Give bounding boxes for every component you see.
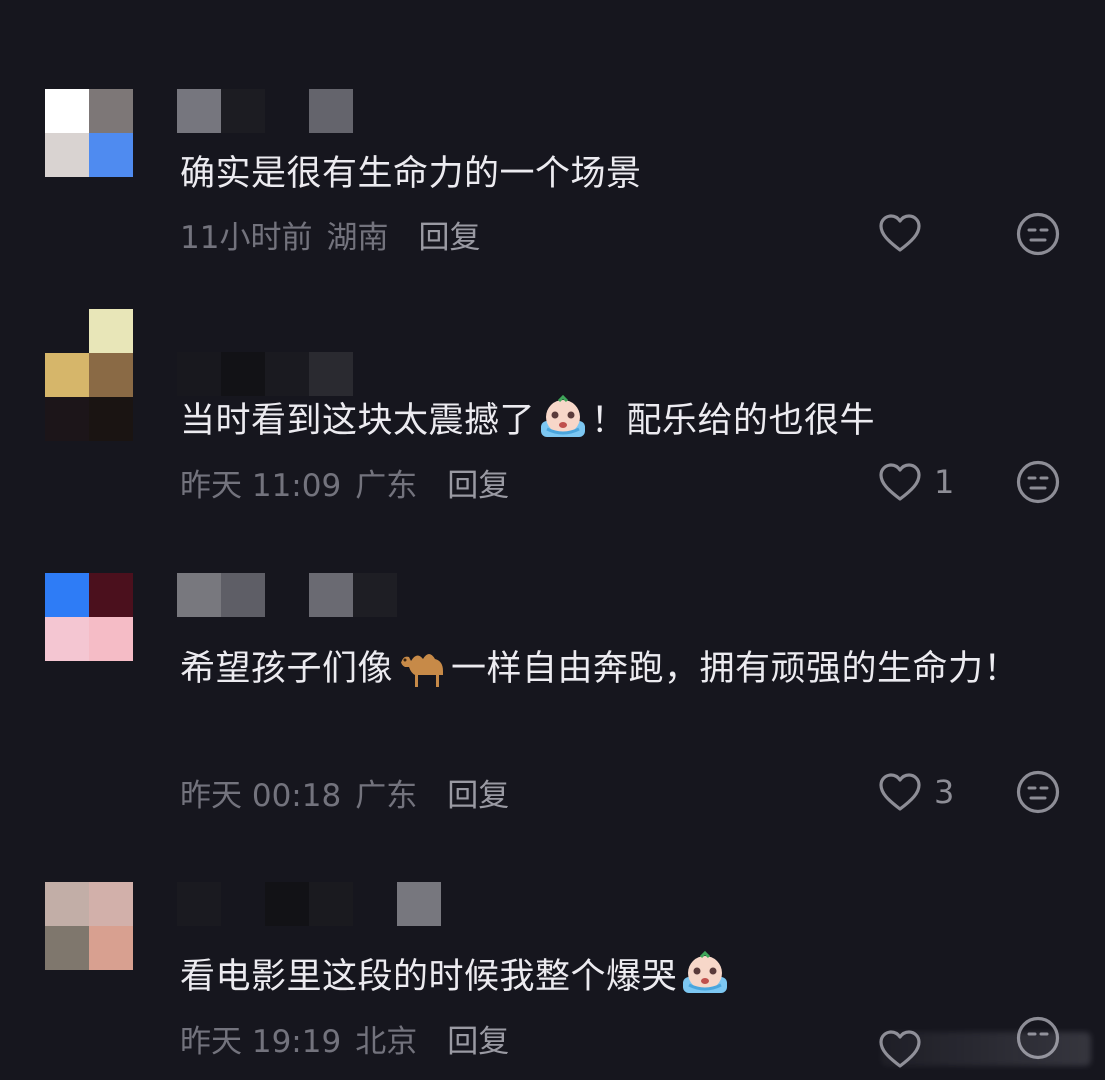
comment-meta: 昨天 00:18 广东 回复 (180, 770, 509, 815)
username-pixelated[interactable] (177, 573, 397, 617)
avatar[interactable] (45, 882, 133, 970)
watermark (881, 1032, 1091, 1066)
comment-location: 北京 (355, 1024, 418, 1060)
comment-text: 当时看到这块太震撼了 ！配乐给的也很牛 (180, 390, 1030, 452)
username-pixelated[interactable] (177, 882, 441, 926)
reply-button[interactable]: 回复 (447, 1016, 509, 1061)
heart-icon (879, 773, 921, 811)
reply-button[interactable]: 回复 (447, 460, 509, 505)
avatar[interactable] (45, 573, 133, 661)
dislike-button[interactable] (1016, 770, 1060, 814)
comment-text-part: 看电影里这段的时候我整个爆哭 (180, 957, 678, 997)
crying-face-emoji (541, 395, 586, 437)
comment-text: 看电影里这段的时候我整个爆哭 (180, 946, 1030, 1008)
comment-text-part: 一样自由奔跑，拥有顽强的生命力！ (451, 649, 1020, 689)
comment-meta: 昨天 19:19 北京 回复 (180, 1016, 509, 1061)
crying-face-emoji (683, 951, 728, 993)
unamused-face-icon (1016, 770, 1060, 814)
avatar[interactable] (45, 309, 133, 397)
unamused-face-icon (1016, 460, 1060, 504)
dislike-button[interactable] (1016, 460, 1060, 504)
like-button[interactable]: 3 (878, 772, 954, 812)
heart-icon (879, 214, 921, 252)
avatar[interactable] (45, 89, 133, 177)
comment-location: 湖南 (326, 220, 389, 256)
like-button[interactable]: 1 (878, 462, 954, 502)
camel-emoji (401, 654, 444, 687)
comment-meta: 昨天 11:09 广东 回复 (180, 460, 509, 505)
comment-meta: 11小时前 湖南 回复 (180, 212, 480, 257)
reply-button[interactable]: 回复 (447, 770, 509, 815)
username-pixelated[interactable] (177, 89, 353, 133)
comment-time: 11小时前 (180, 220, 313, 256)
comment-text-part: 希望孩子们像 (180, 649, 394, 689)
comment-text-part: ！配乐给的也很牛 (591, 401, 876, 441)
comment-time: 昨天 11:09 (180, 468, 342, 504)
unamused-face-icon (1016, 212, 1060, 256)
comment-text-part: 当时看到这块太震撼了 (180, 401, 536, 441)
like-button[interactable] (878, 213, 934, 253)
reply-button[interactable]: 回复 (418, 212, 480, 257)
avatar-lower (45, 397, 133, 441)
comment-location: 广东 (355, 778, 418, 814)
comment-text: 确实是很有生命力的一个场景 (180, 154, 642, 194)
comment-text: 希望孩子们像 一样自由奔跑，拥有顽强的生命力！ (180, 638, 1030, 700)
comment-time: 昨天 19:19 (180, 1024, 342, 1060)
heart-icon (879, 463, 921, 501)
dislike-button[interactable] (1016, 212, 1060, 256)
comment-time: 昨天 00:18 (180, 778, 342, 814)
like-count: 3 (934, 773, 955, 811)
like-count: 1 (934, 463, 955, 501)
comment-location: 广东 (355, 468, 418, 504)
